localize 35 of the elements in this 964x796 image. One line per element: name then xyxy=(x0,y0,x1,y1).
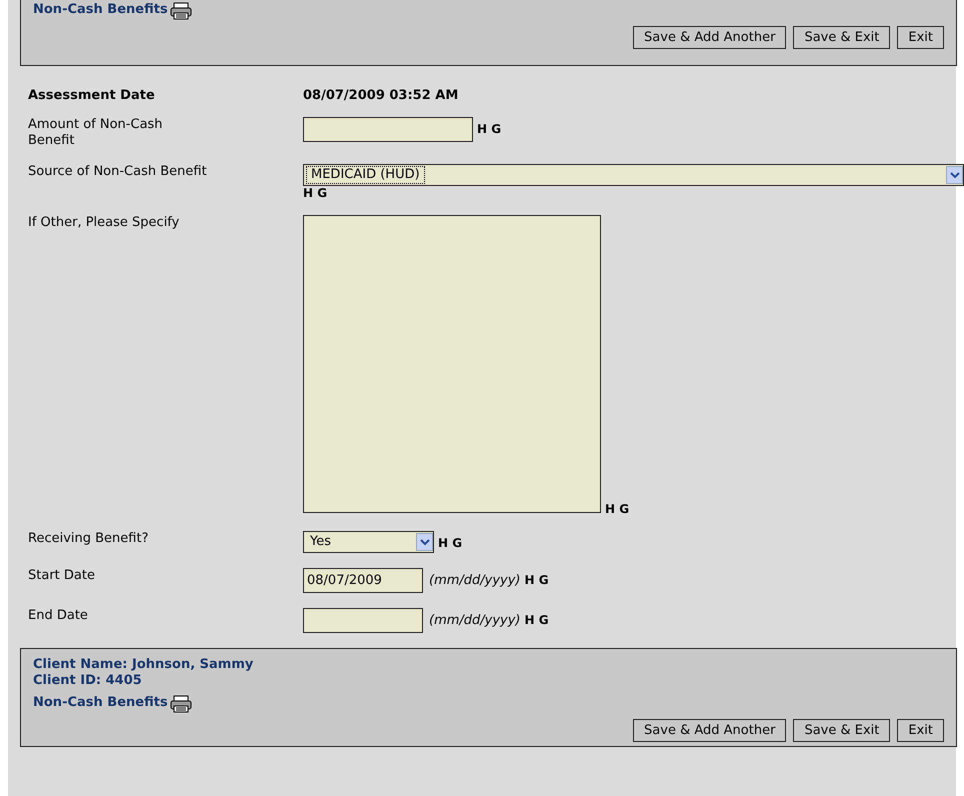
form-button[interactable]: Save & Exit xyxy=(793,719,890,742)
dropdown[interactable]: MEDICAID (HUD) xyxy=(303,164,964,186)
client-id: Client ID: 4405 xyxy=(33,673,143,689)
field-label: Assessment Date xyxy=(28,88,156,104)
hg-flags: H G xyxy=(524,613,549,627)
field-label: End Date xyxy=(28,608,89,625)
form-button[interactable]: Exit xyxy=(897,719,944,742)
field-label: Source of Non-Cash Benefit xyxy=(28,164,208,181)
field-label: Receiving Benefit? xyxy=(28,531,150,548)
hg-flags: H G xyxy=(477,122,502,136)
field-label: Start Date xyxy=(28,568,96,585)
client-name: Client Name: Johnson, Sammy xyxy=(33,657,254,673)
hg-flags: H G xyxy=(605,502,630,516)
section-title: Non-Cash Benefits xyxy=(33,695,168,710)
form-button[interactable]: Save & Exit xyxy=(793,26,890,49)
form-button[interactable]: Save & Add Another xyxy=(633,26,786,49)
caret-icon xyxy=(946,166,963,184)
form-button[interactable]: Exit xyxy=(897,26,944,49)
form-button[interactable]: Save & Add Another xyxy=(633,719,786,742)
assessment-date-value: 08/07/2009 03:52 AM xyxy=(303,88,458,104)
hg-flags: H G xyxy=(303,186,328,200)
hg-flags: H G xyxy=(438,536,462,550)
printer-icon[interactable] xyxy=(170,695,192,713)
field-label: Amount of Non-Cash Benefit xyxy=(28,117,164,149)
dropdown[interactable]: Yes xyxy=(303,531,434,553)
date-field[interactable]: 08/07/2009 xyxy=(303,568,423,593)
caret-icon xyxy=(416,533,433,551)
printer-icon[interactable] xyxy=(170,2,192,20)
section-title: Non-Cash Benefits xyxy=(33,2,168,17)
input-field[interactable] xyxy=(303,117,473,142)
date-format-hint: (mm/dd/yyyy) xyxy=(429,573,521,588)
date-field[interactable] xyxy=(303,608,423,633)
hg-flags: H G xyxy=(524,573,549,587)
date-format-hint: (mm/dd/yyyy) xyxy=(429,613,521,628)
field-label: If Other, Please Specify xyxy=(28,215,180,232)
